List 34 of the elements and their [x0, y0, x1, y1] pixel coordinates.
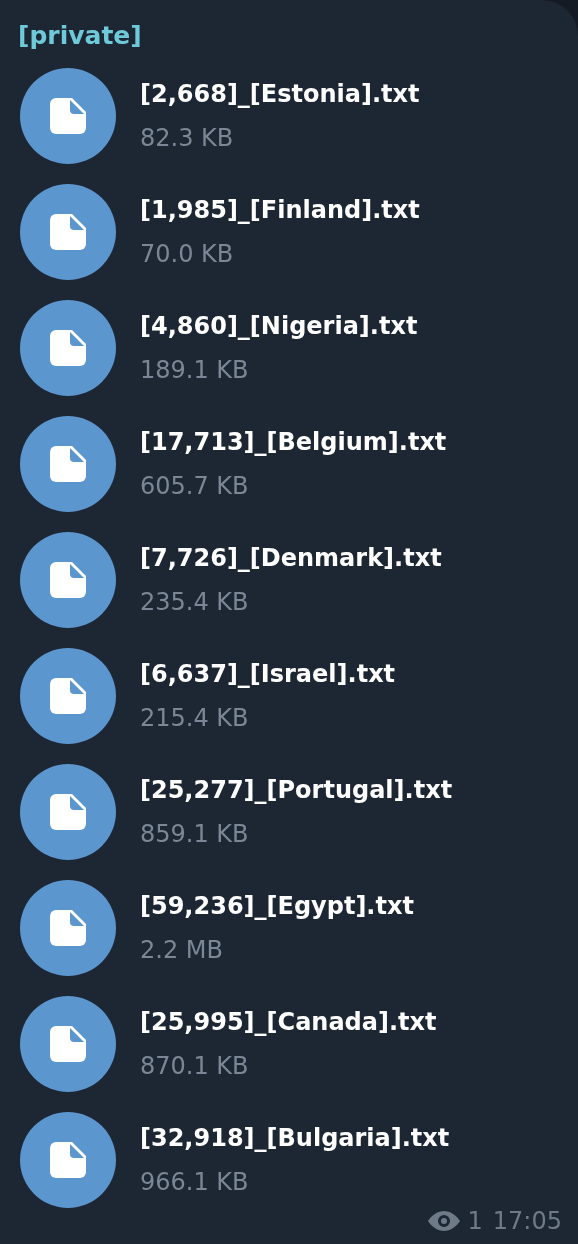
- file-size: 70.0 KB: [140, 239, 235, 269]
- file-size: 870.1 KB: [140, 1051, 250, 1081]
- eye-icon: [425, 1210, 462, 1232]
- file-icon: [48, 1024, 88, 1064]
- file-icon: [48, 1140, 88, 1180]
- channel-label: [private]: [18, 20, 142, 52]
- file-icon: [48, 560, 88, 600]
- file-name[interactable]: [59,236]_[Egypt].txt: [140, 891, 414, 921]
- file-name[interactable]: [4,860]_[Nigeria].txt: [140, 311, 418, 341]
- file-size: 82.3 KB: [140, 123, 235, 153]
- file-name[interactable]: [7,726]_[Denmark].txt: [140, 543, 442, 573]
- file-name[interactable]: [25,277]_[Portugal].txt: [140, 775, 453, 805]
- file-name[interactable]: [17,713]_[Belgium].txt: [140, 427, 447, 457]
- file-size: 966.1 KB: [140, 1167, 250, 1197]
- file-name[interactable]: [32,918]_[Bulgaria].txt: [140, 1123, 450, 1153]
- file-size: 189.1 KB: [140, 355, 250, 385]
- message-time: 17:05: [492, 1206, 562, 1236]
- file-size: 859.1 KB: [140, 819, 250, 849]
- file-name[interactable]: [2,668]_[Estonia].txt: [140, 79, 420, 109]
- file-icon: [48, 328, 88, 368]
- file-icon: [48, 444, 88, 484]
- file-name[interactable]: [25,995]_[Canada].txt: [140, 1007, 437, 1037]
- file-name[interactable]: [1,985]_[Finland].txt: [140, 195, 420, 225]
- file-icon: [48, 908, 88, 948]
- file-size: 605.7 KB: [140, 471, 250, 501]
- file-icon: [48, 676, 88, 716]
- file-name[interactable]: [6,637]_[Israel].txt: [140, 659, 396, 689]
- file-icon: [48, 212, 88, 252]
- view-count: 1: [467, 1206, 483, 1236]
- file-size: 2.2 MB: [140, 935, 224, 965]
- file-size: 215.4 KB: [140, 703, 250, 733]
- file-icon: [48, 792, 88, 832]
- file-icon: [48, 96, 88, 136]
- file-size: 235.4 KB: [140, 587, 250, 617]
